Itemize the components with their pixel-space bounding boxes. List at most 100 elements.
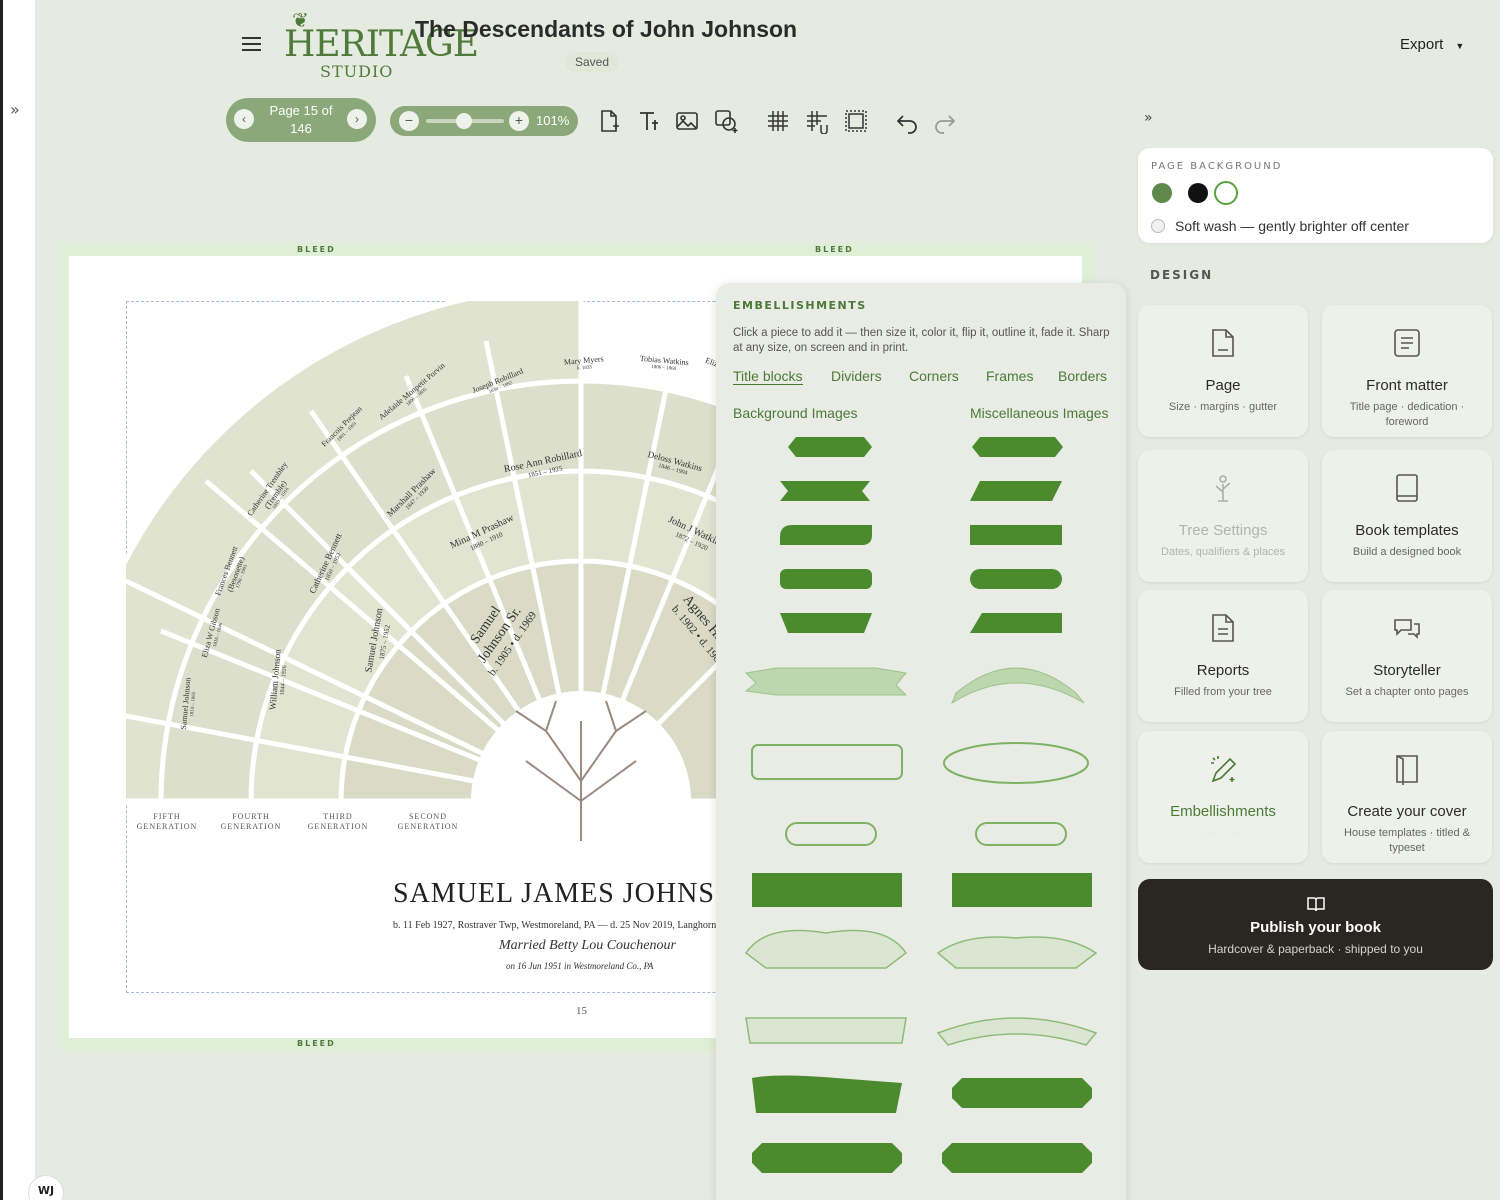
design-card-storyteller[interactable]: Storyteller Set a chapter onto pages — [1322, 590, 1492, 722]
add-page-icon[interactable] — [596, 108, 622, 134]
title-block-piece — [970, 525, 1062, 545]
embellishments-header: EMBELLISHMENTS — [733, 299, 867, 312]
gen-line2: GENERATION — [307, 822, 369, 831]
card-subtitle: Filled from your tree — [1174, 686, 1272, 698]
card-title: Front matter — [1366, 377, 1448, 394]
add-image-icon[interactable] — [674, 108, 700, 134]
gen-line1: FIFTH — [153, 812, 181, 821]
gen-line1: SECOND — [408, 812, 447, 821]
embellishments-panel: EMBELLISHMENTS Click a piece to add it —… — [716, 283, 1126, 1200]
export-label: Export — [1400, 36, 1444, 53]
publish-book-button[interactable]: Publish your book Hardcover & paperback … — [1138, 879, 1493, 970]
tab-miscellaneous-images[interactable]: Miscellaneous Images — [970, 405, 1109, 421]
tab-frames[interactable]: Frames — [986, 368, 1033, 384]
soft-wash-label: Soft wash — gently brighter off center — [1175, 218, 1409, 234]
card-subtitle: Set a chapter onto pages — [1345, 686, 1469, 698]
design-card-reports[interactable]: Reports Filled from your tree — [1138, 590, 1308, 722]
title-block-piece — [780, 525, 872, 545]
open-book-icon — [1307, 897, 1325, 912]
bleed-label: BLEED — [297, 1039, 336, 1048]
next-page-button[interactable]: › — [347, 109, 367, 129]
generation-label: FOURTH GENERATION — [211, 812, 291, 832]
magic-pen-icon — [1211, 756, 1237, 783]
prev-page-button[interactable]: ‹ — [234, 109, 254, 129]
swatch-white-selected[interactable] — [1214, 181, 1238, 205]
halftone-banner-piece — [752, 873, 902, 907]
title-block-grid — [744, 437, 1098, 1173]
bleed-label: BLEED — [815, 245, 854, 254]
menu-icon[interactable] — [242, 37, 261, 55]
zoom-slider-handle[interactable] — [456, 113, 472, 129]
subject-life-dates[interactable]: b. 11 Feb 1927, Rostraver Twp, Westmorel… — [393, 920, 732, 931]
publish-title: Publish your book — [1250, 919, 1381, 936]
tab-borders[interactable]: Borders — [1058, 368, 1107, 384]
subject-name[interactable]: SAMUEL JAMES JOHNSON — [393, 878, 757, 910]
page-background-card: PAGE BACKGROUND Soft wash — gently brigh… — [1138, 148, 1493, 243]
card-subtitle: Dates, qualifiers & places — [1160, 546, 1286, 558]
card-title: Storyteller — [1373, 662, 1441, 679]
gen-line1: FOURTH — [232, 812, 270, 821]
card-title: Reports — [1196, 662, 1250, 679]
tab-title-blocks[interactable]: Title blocks — [733, 368, 803, 385]
user-avatar[interactable]: WJ — [28, 1175, 64, 1200]
add-text-icon[interactable] — [636, 108, 662, 134]
expand-left-chevron-icon[interactable]: » — [10, 100, 20, 119]
swatch-black[interactable] — [1188, 183, 1208, 203]
zoom-in-button[interactable]: + — [509, 111, 529, 131]
swatch-green[interactable] — [1152, 183, 1172, 203]
undo-icon[interactable] — [894, 108, 920, 134]
title-block-piece — [970, 613, 1062, 633]
design-card-create-cover[interactable]: Create your cover House templates · titl… — [1322, 731, 1492, 863]
card-subtitle: House templates · titled & typeset — [1344, 827, 1470, 854]
design-card-front-matter[interactable]: Front matter Title page · dedication · f… — [1322, 305, 1492, 437]
gen-line1: THIRD — [323, 812, 353, 821]
rail-edge — [0, 0, 3, 1200]
caret-down-icon: ▼ — [1455, 41, 1465, 51]
card-subtitle: Build a designed book — [1352, 546, 1462, 558]
tab-dividers[interactable]: Dividers — [831, 368, 882, 384]
card-title: Create your cover — [1347, 803, 1467, 820]
page-total: 146 — [290, 121, 312, 136]
generation-label: FIFTH GENERATION — [127, 812, 207, 832]
tab-background-images[interactable]: Background Images — [733, 405, 858, 421]
married-line[interactable]: Married Betty Lou Couchenour — [499, 938, 676, 954]
book-icon — [1396, 474, 1418, 502]
soft-wash-radio[interactable] — [1151, 219, 1165, 233]
card-title: Tree Settings — [1178, 522, 1268, 539]
design-card-embellishments[interactable]: Embellishments The basic piece kit — [1138, 731, 1308, 863]
tab-corners[interactable]: Corners — [909, 368, 959, 384]
collapse-right-panel-icon[interactable]: » — [1144, 110, 1153, 126]
left-rail: » — [0, 0, 36, 1200]
page-icon — [1212, 329, 1234, 357]
design-card-page[interactable]: Page Size · margins · gutter — [1138, 305, 1308, 437]
margins-guide-icon[interactable] — [843, 108, 869, 134]
title-block-piece — [780, 613, 872, 633]
cartouche-piece — [785, 822, 877, 846]
bleed-label: BLEED — [297, 245, 336, 254]
zoom-out-button[interactable]: − — [399, 111, 419, 131]
cartouche-piece — [975, 822, 1067, 846]
design-card-book-templates[interactable]: Book templates Build a designed book — [1322, 450, 1492, 582]
page-navigator: ‹ Page 15 of 146 › — [226, 98, 376, 142]
generation-label: THIRD GENERATION — [298, 812, 378, 832]
design-card-tree-settings[interactable]: Tree Settings Dates, qualifiers & places — [1138, 450, 1308, 582]
front-matter-icon — [1394, 329, 1420, 357]
page-background-header: PAGE BACKGROUND — [1151, 161, 1283, 172]
soft-wash-option[interactable]: Soft wash — gently brighter off center — [1151, 218, 1409, 234]
page-label: Page 15 of — [269, 103, 333, 118]
add-shape-icon[interactable] — [713, 108, 739, 134]
scroll-banner-piece — [936, 1017, 1098, 1046]
export-button[interactable]: Export ▼ — [1400, 36, 1464, 53]
redo-icon[interactable] — [932, 108, 958, 134]
zoom-level: 101% — [536, 113, 570, 128]
title-block-piece — [780, 481, 870, 501]
plaque-piece — [942, 1143, 1092, 1173]
marriage-detail[interactable]: on 16 Jun 1951 in Westmoreland Co., PA — [506, 961, 653, 971]
scroll-banner-piece — [744, 929, 908, 969]
title-block-piece — [788, 437, 872, 457]
page-indicator: Page 15 of 146 — [260, 102, 342, 138]
card-subtitle: Title page · dedication · foreword — [1349, 401, 1465, 428]
document-title[interactable]: The Descendants of John Johnson — [415, 16, 797, 43]
snap-grid-icon[interactable] — [804, 108, 830, 135]
grid-icon[interactable] — [765, 108, 791, 134]
